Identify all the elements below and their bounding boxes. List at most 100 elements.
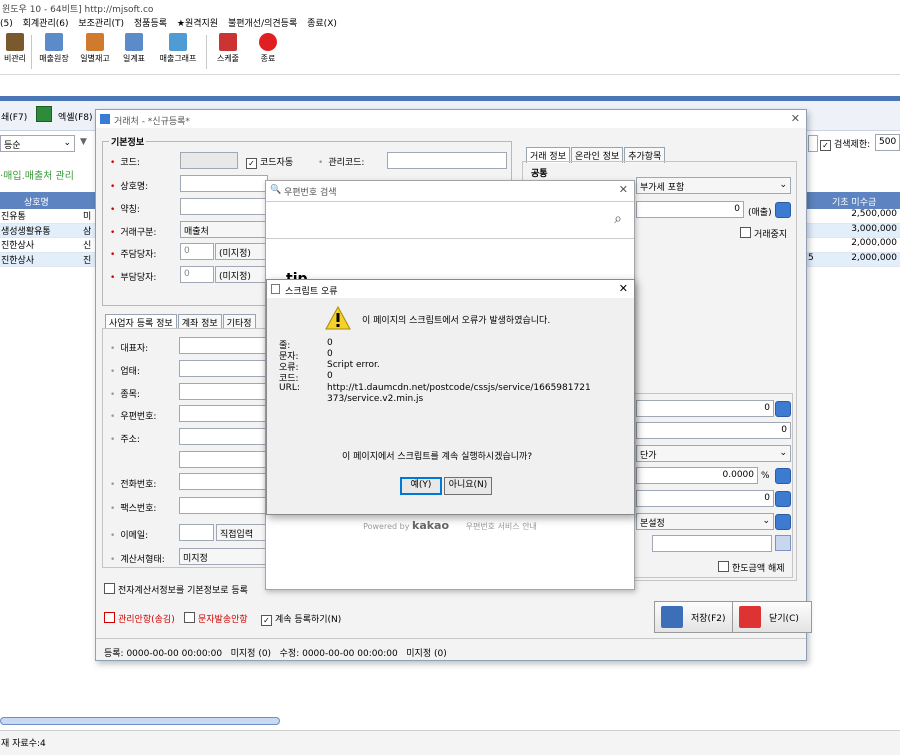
save-button[interactable]: 저장(F2)	[654, 601, 738, 633]
basic-info-legend: 기본정보	[109, 135, 147, 148]
manager2-select[interactable]: (미지정)	[215, 266, 268, 283]
print-button[interactable]: 쇄(F7)	[1, 110, 27, 123]
menu-item-feedback[interactable]: 불편개선/의견등록	[228, 19, 297, 29]
search-limit-input[interactable]: 500	[875, 134, 900, 151]
search-icon[interactable]	[775, 491, 791, 507]
rate-input[interactable]: 0.0000	[636, 467, 758, 484]
abbr-input[interactable]	[180, 198, 268, 215]
search-icon[interactable]	[775, 202, 791, 218]
code-value: 0	[327, 371, 333, 381]
price-select[interactable]: 단가 ⌄	[636, 445, 791, 462]
addr-input[interactable]	[179, 428, 267, 445]
stock-icon	[86, 33, 104, 51]
common-legend: 공통	[529, 166, 550, 179]
phone-label: 전화번호:	[110, 477, 156, 490]
close-icon[interactable]: ✕	[619, 183, 628, 196]
menu-item-register[interactable]: 정품등록	[134, 19, 167, 29]
mgmt-code-input[interactable]	[387, 152, 507, 169]
close-button[interactable]: 닫기(C)	[732, 601, 812, 633]
rep-input[interactable]	[179, 337, 267, 354]
close-icon[interactable]: ✕	[791, 112, 800, 125]
continue-register-checkbox[interactable]: ✓ 계속 등록하기(N)	[261, 612, 341, 626]
manager1-code[interactable]: 0	[180, 243, 214, 260]
menu-item-accounting[interactable]: 회계관리(6)	[23, 19, 69, 29]
limit-input[interactable]	[652, 535, 772, 552]
setting-select[interactable]: 본설정 ⌄	[636, 513, 774, 530]
horizontal-scrollbar[interactable]	[0, 717, 280, 725]
tax-select[interactable]: 부가세 포함 ⌄	[636, 177, 791, 194]
sms-notes-checkbox[interactable]: 문자발송안항	[184, 612, 248, 625]
invoice-label: 계산서형태:	[110, 552, 164, 565]
mgmt-notes-checkbox[interactable]: 관리안항(송김)	[104, 612, 175, 625]
value-input-2[interactable]: 0	[636, 422, 791, 439]
phone-input[interactable]	[179, 473, 267, 490]
floppy-disk-icon	[661, 606, 683, 628]
menu-item-aux[interactable]: 보조관리(T)	[78, 19, 124, 29]
search-icon[interactable]: ⌕	[614, 211, 622, 227]
menu-bar: (5) 회계관리(6) 보조관리(T) 정품등록 ★원격지원 불편개선/의견등록…	[0, 16, 900, 31]
mgmt-code-label: 관리코드:	[318, 155, 364, 168]
error-message: 이 페이지의 스크립트에서 오류가 발생하였습니다.	[362, 316, 551, 326]
code-input[interactable]	[180, 152, 238, 169]
url-label: URL:	[279, 383, 300, 393]
item-input[interactable]	[179, 383, 267, 400]
email-input[interactable]	[179, 524, 214, 541]
no-button[interactable]: 아니요(N)	[444, 477, 492, 495]
dialog-title: 거래처 - *신규등록*	[114, 117, 190, 127]
toolbar-btn-stock[interactable]: 일별재고	[74, 33, 116, 73]
menu-item-exit[interactable]: 종료(X)	[307, 19, 337, 29]
excel-icon[interactable]	[36, 106, 52, 122]
close-icon[interactable]: ✕	[619, 282, 628, 295]
record-count: 재 자료수:4	[1, 739, 46, 749]
status-bar: 재 자료수:4	[0, 730, 900, 755]
postcode-titlebar: 🔍 우편번호 검색 ✕	[266, 181, 634, 199]
toolbar-btn-mgmt[interactable]: 비관리	[0, 33, 30, 73]
toolbar-btn-exit[interactable]: 종료	[250, 33, 286, 73]
search-limit: ✓ 검색제한:	[820, 137, 870, 151]
sales-balance-input[interactable]: 0	[636, 201, 744, 218]
toolbar-btn-schedule[interactable]: 스케줄	[208, 33, 248, 73]
manager1-label: 주담당자:	[110, 247, 156, 260]
addr-label: 주소:	[110, 432, 140, 445]
limit-release-checkbox[interactable]: 한도금액 해제	[718, 561, 785, 574]
yes-button[interactable]: 예(Y)	[400, 477, 442, 495]
exit-door-icon	[739, 606, 761, 628]
toolbar-btn-graph[interactable]: 매출그래프	[152, 33, 204, 73]
menu-item-remote[interactable]: ★원격지원	[177, 19, 218, 29]
search-icon[interactable]	[775, 514, 791, 530]
value-input-1[interactable]: 0	[636, 400, 774, 417]
manager1-select[interactable]: (미지정)	[215, 243, 268, 260]
addr-detail-input[interactable]	[179, 451, 267, 468]
app-icon	[100, 114, 110, 124]
auto-code-checkbox[interactable]: ✓ 코드자동	[246, 155, 293, 169]
sort-select[interactable]: 등순 ⌄	[0, 135, 75, 152]
manager2-code[interactable]: 0	[180, 266, 214, 283]
search-icon[interactable]	[775, 401, 791, 417]
postcode-search-input[interactable]: ⌕	[266, 201, 634, 239]
excel-button[interactable]: 엑셀(F8)	[58, 110, 93, 123]
e-invoice-checkbox[interactable]: 전자계산서정보를 기본정보로 등록	[104, 583, 248, 596]
zip-label: 우편번호:	[110, 409, 156, 422]
company-input[interactable]	[180, 175, 268, 192]
trade-type-select[interactable]: 매출처	[180, 221, 268, 238]
toolbar-btn-ledger[interactable]: 매출원장	[34, 33, 74, 73]
email-domain-select[interactable]: 직접입력	[216, 524, 268, 541]
biz-input[interactable]	[179, 360, 267, 377]
zip-input[interactable]	[179, 405, 267, 422]
invoice-select[interactable]: 미지정	[179, 548, 267, 565]
sales-unit: (매출)	[748, 208, 772, 218]
search-field-edge[interactable]	[808, 135, 818, 152]
continue-question: 이 페이지에서 스크립트를 계속 실행하시겠습니까?	[342, 452, 533, 462]
service-guide-link[interactable]: 우편번호 서비스 안내	[466, 522, 537, 531]
stop-trade-checkbox[interactable]: 거래중지	[740, 227, 787, 240]
trade-tabs: 거래 정보 온라인 정보 추가항목	[526, 147, 666, 163]
registration-tabs: 사업자 등록 정보 계좌 정보 기타정	[105, 314, 257, 330]
magnifier-icon[interactable]	[775, 535, 791, 551]
value-input-3[interactable]: 0	[636, 490, 774, 507]
fax-input[interactable]	[179, 497, 267, 514]
filter-icon[interactable]: ▼	[80, 137, 87, 147]
section-title: ·매입.매출처 관리	[0, 171, 74, 182]
toolbar-btn-daily[interactable]: 일계표	[116, 33, 152, 73]
menu-item[interactable]: (5)	[0, 19, 13, 29]
search-icon[interactable]	[775, 468, 791, 484]
